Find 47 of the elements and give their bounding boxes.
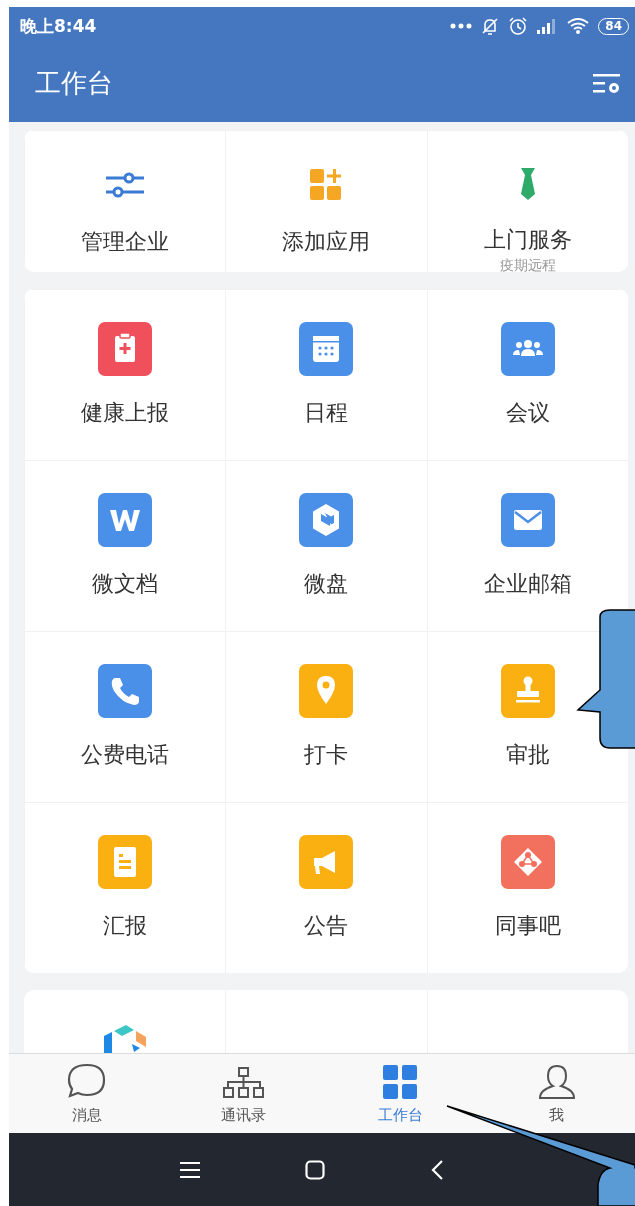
alarm-icon — [508, 16, 529, 36]
app-label: 管理企业 — [81, 228, 170, 256]
app-label: 微盘 — [304, 570, 349, 598]
sliders-icon — [105, 170, 146, 200]
wifi-icon — [566, 17, 591, 35]
bell-muted-icon — [480, 16, 501, 36]
app-label: 审批 — [505, 741, 550, 769]
app-label: 公费电话 — [81, 741, 170, 769]
chat-icon — [67, 1062, 108, 1100]
menu-icon[interactable] — [180, 1160, 200, 1179]
time-text: 晚上8:44 — [20, 14, 97, 38]
app-tile[interactable]: 微文档 — [24, 460, 226, 631]
app-label: 公告 — [304, 912, 349, 940]
app-tile[interactable]: 公告 — [225, 802, 427, 973]
add-grid-icon — [309, 168, 344, 202]
app-tile[interactable]: 健康上报 — [24, 289, 226, 460]
tab[interactable]: 我 — [478, 1054, 635, 1133]
app-label: 添加应用 — [282, 228, 371, 256]
tab[interactable]: 通讯录 — [165, 1054, 322, 1133]
back-icon[interactable] — [430, 1158, 444, 1181]
tab[interactable]: 工作台 — [322, 1054, 479, 1133]
app-label: 汇报 — [103, 912, 148, 940]
tie-icon — [519, 167, 536, 201]
app-tile[interactable]: 打卡 — [225, 631, 427, 802]
home-square-icon[interactable] — [305, 1159, 325, 1180]
app-tile[interactable]: 日程 — [225, 289, 427, 460]
app-label: 打卡 — [304, 741, 349, 769]
app-label: 会议 — [505, 399, 550, 427]
org-chart-icon — [221, 1066, 266, 1100]
more-dots-icon — [450, 23, 473, 29]
app-label: 企业邮箱 — [483, 570, 572, 598]
app-tile[interactable]: 企业邮箱 — [426, 460, 628, 631]
grid-icon — [382, 1064, 419, 1100]
app-label: 微文档 — [92, 570, 159, 598]
page-title: 工作台 — [35, 67, 113, 100]
app-tile[interactable]: 同事吧 — [426, 802, 628, 973]
app-label: 健康上报 — [81, 399, 170, 427]
app-subtitle: 疫期远程 — [499, 257, 556, 272]
app-label: 同事吧 — [494, 912, 561, 940]
app-tile[interactable]: 微盘 — [225, 460, 427, 631]
app-label: 日程 — [304, 399, 349, 427]
app-label: 上门服务 — [483, 226, 572, 254]
settings-icon[interactable] — [592, 71, 622, 96]
tab[interactable]: 消息 — [9, 1054, 166, 1133]
app-tile[interactable]: 添加应用 — [225, 130, 427, 272]
person-icon — [537, 1064, 576, 1100]
app-tile[interactable]: 公费电话 — [24, 631, 226, 802]
